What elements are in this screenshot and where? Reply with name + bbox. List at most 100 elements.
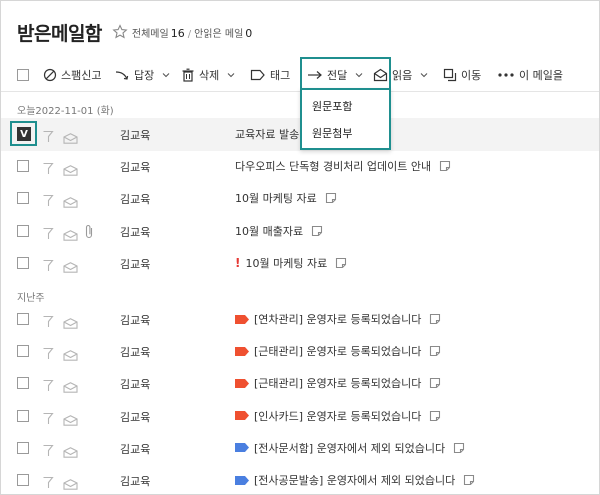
mail-subject-text[interactable]: 10월 마케팅 자료 [235, 190, 317, 206]
row-checkbox[interactable] [17, 345, 29, 358]
flag-icon[interactable] [42, 130, 54, 143]
preview-icon[interactable] [335, 257, 347, 269]
preview-icon[interactable] [429, 313, 441, 325]
mail-subject-text[interactable]: [전사공문발송] 운영자에서 제외 되었습니다 [254, 472, 455, 488]
flag-icon[interactable] [42, 379, 54, 392]
preview-icon[interactable] [453, 442, 465, 454]
spam-button[interactable]: 스팸신고 [43, 58, 101, 92]
row-read-state[interactable] [63, 314, 78, 333]
preview-icon[interactable] [429, 377, 441, 389]
mail-sender[interactable]: 김교육 [120, 159, 150, 175]
reply-button[interactable]: 답장 [114, 58, 170, 92]
row-read-state[interactable] [63, 258, 78, 277]
mail-sender[interactable]: 김교육 [120, 473, 150, 489]
flag-icon[interactable] [42, 444, 54, 457]
flag-icon[interactable] [42, 162, 54, 175]
flag-icon[interactable] [42, 476, 54, 489]
preview-icon[interactable] [311, 225, 323, 237]
mail-subject-text[interactable]: [근태관리] 운영자로 등록되었습니다 [254, 343, 421, 359]
row-checkbox[interactable] [17, 441, 29, 454]
mail-subject[interactable]: [근태관리] 운영자로 등록되었습니다 [235, 343, 441, 359]
more-actions-button[interactable]: 이 메일을 [497, 58, 563, 92]
row-read-state[interactable] [63, 161, 78, 180]
mail-row[interactable]: 김교육 [연차관리] 운영자로 등록되었습니다 [1, 303, 599, 336]
flag-icon[interactable] [42, 259, 54, 272]
flag-icon[interactable] [42, 347, 54, 360]
mail-row[interactable]: 김교육 [인사카드] 운영자로 등록되었습니다 [1, 400, 599, 433]
mail-subject[interactable]: 다우오피스 단독형 경비처리 업데이트 안내 [235, 158, 451, 174]
row-flag[interactable] [42, 160, 54, 179]
row-checkbox[interactable] [17, 474, 29, 486]
mail-row[interactable]: 김교육! 10월 마케팅 자료 [1, 247, 599, 280]
mail-subject[interactable]: 교육자료 발송 [235, 126, 299, 142]
row-flag[interactable] [42, 345, 54, 364]
preview-icon[interactable] [429, 410, 441, 422]
mail-subject-text[interactable]: [전사문서함] 운영자에서 제외 되었습니다 [254, 440, 445, 456]
move-button[interactable]: 이동 [443, 58, 481, 92]
mail-subject-text[interactable]: 10월 매출자료 [235, 223, 303, 239]
mail-subject-text[interactable]: [연차관리] 운영자로 등록되었습니다 [254, 311, 421, 327]
row-checkbox[interactable] [17, 192, 29, 205]
mail-sender[interactable]: 김교육 [120, 409, 150, 425]
preview-icon[interactable] [325, 192, 337, 204]
row-read-state[interactable] [63, 226, 78, 245]
mail-row[interactable]: 김교육 [근태관리] 운영자로 등록되었습니다 [1, 335, 599, 368]
delete-button[interactable]: 삭제 [181, 58, 235, 92]
row-checkbox[interactable] [17, 224, 29, 237]
mail-row[interactable]: 김교육 [전사문서함] 운영자에서 제외 되었습니다 [1, 432, 599, 465]
forward-option-include[interactable]: 원문포함 [312, 98, 352, 114]
row-flag[interactable] [42, 313, 54, 332]
mail-subject[interactable]: ! 10월 마케팅 자료 [235, 255, 347, 271]
row-read-state[interactable] [63, 378, 78, 397]
row-read-state[interactable] [63, 443, 78, 462]
unread-count[interactable]: 0 [245, 27, 252, 40]
mail-subject-text[interactable]: 다우오피스 단독형 경비처리 업데이트 안내 [235, 158, 431, 174]
mail-row[interactable]: 김교육 다우오피스 단독형 경비처리 업데이트 안내 [1, 150, 599, 183]
mail-subject-text[interactable]: 교육자료 발송 [235, 126, 299, 142]
mail-subject-text[interactable]: [인사카드] 운영자로 등록되었습니다 [254, 408, 421, 424]
row-read-state[interactable] [63, 129, 78, 148]
row-read-state[interactable] [63, 193, 78, 212]
preview-icon[interactable] [439, 160, 451, 172]
flag-icon[interactable] [42, 227, 54, 240]
row-flag[interactable] [42, 192, 54, 211]
mail-sender[interactable]: 김교육 [120, 312, 150, 328]
mail-sender[interactable]: 김교육 [120, 191, 150, 207]
row-checkbox[interactable] [17, 256, 29, 269]
mail-subject[interactable]: [근태관리] 운영자로 등록되었습니다 [235, 375, 441, 391]
row-read-state[interactable] [63, 411, 78, 430]
flag-icon[interactable] [42, 194, 54, 207]
mail-subject[interactable]: 10월 마케팅 자료 [235, 190, 337, 206]
star-icon[interactable] [112, 24, 128, 40]
mail-subject-text[interactable]: 10월 마케팅 자료 [245, 255, 327, 271]
row-checkbox[interactable] [17, 160, 29, 173]
mail-sender[interactable]: 김교육 [120, 224, 150, 240]
flag-icon[interactable] [42, 412, 54, 425]
mail-subject[interactable]: [전사문서함] 운영자에서 제외 되었습니다 [235, 440, 465, 456]
row-flag[interactable] [42, 377, 54, 396]
mail-sender[interactable]: 김교육 [120, 441, 150, 457]
row-flag[interactable] [42, 128, 54, 147]
mail-sender[interactable]: 김교육 [120, 376, 150, 392]
row-flag[interactable] [42, 474, 54, 493]
preview-icon[interactable] [429, 345, 441, 357]
row-flag[interactable] [42, 225, 54, 244]
row-flag[interactable] [42, 442, 54, 461]
row-flag[interactable] [42, 257, 54, 276]
mail-row[interactable]: 김교육 10월 마케팅 자료 [1, 182, 599, 215]
select-all-checkbox[interactable] [17, 58, 29, 92]
row-checkbox[interactable] [17, 377, 29, 390]
flag-icon[interactable] [42, 315, 54, 328]
mail-subject[interactable]: [전사공문발송] 운영자에서 제외 되었습니다 [235, 472, 475, 488]
mail-sender[interactable]: 김교육 [120, 127, 150, 143]
mail-row[interactable]: 김교육 10월 매출자료 [1, 215, 599, 248]
checkbox-box[interactable] [17, 69, 29, 81]
mail-row[interactable]: 김교육 [전사공문발송] 운영자에서 제외 되었습니다 [1, 464, 599, 495]
mail-subject-text[interactable]: [근태관리] 운영자로 등록되었습니다 [254, 375, 421, 391]
mail-subject[interactable]: [연차관리] 운영자로 등록되었습니다 [235, 311, 441, 327]
row-read-state[interactable] [63, 346, 78, 365]
mail-subject[interactable]: 10월 매출자료 [235, 223, 323, 239]
total-count[interactable]: 16 [171, 27, 185, 40]
mail-row[interactable]: 김교육 [근태관리] 운영자로 등록되었습니다 [1, 367, 599, 400]
mail-sender[interactable]: 김교육 [120, 344, 150, 360]
